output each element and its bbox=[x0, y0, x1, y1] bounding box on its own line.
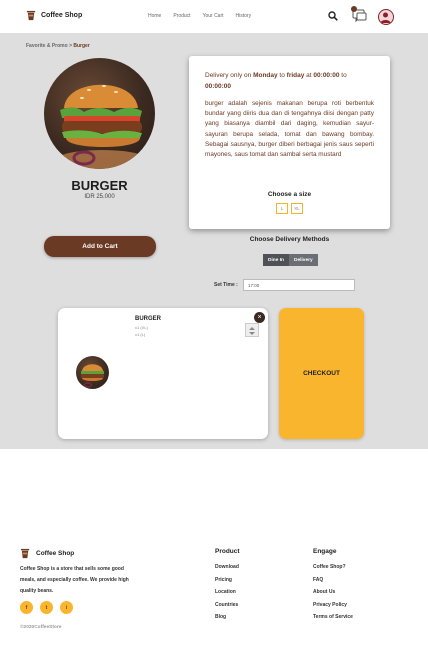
search-icon[interactable] bbox=[328, 11, 338, 21]
burger-thumbnail bbox=[81, 364, 104, 388]
breadcrumb-current: Burger bbox=[73, 43, 90, 49]
close-icon[interactable]: × bbox=[254, 312, 265, 323]
footer-description: Coffee Shop is a store that sells some g… bbox=[20, 566, 129, 594]
footer-engage-title: Engage bbox=[313, 548, 337, 555]
brand-logo[interactable]: Coffee Shop bbox=[26, 10, 82, 21]
add-to-cart-button[interactable]: Add to Cart bbox=[44, 236, 156, 257]
copyright: ©2020CoffeeStore bbox=[20, 625, 62, 630]
nav-history[interactable]: History bbox=[236, 13, 252, 19]
footer-link-coffee-shop[interactable]: Coffee Shop? bbox=[313, 561, 353, 574]
delivery-time-start: 00:00:00 bbox=[313, 72, 340, 79]
delivery-button[interactable]: Delivery bbox=[289, 254, 318, 266]
footer-product-title: Product bbox=[215, 548, 240, 555]
nav-home[interactable]: Home bbox=[148, 13, 161, 19]
delivery-day-end: friday bbox=[286, 72, 305, 79]
nav-your-cart[interactable]: Your Cart bbox=[203, 13, 224, 19]
cart-item-name: BURGER bbox=[135, 316, 162, 322]
footer-link-countries[interactable]: Countries bbox=[215, 599, 240, 612]
footer-brand: Coffee Shop bbox=[20, 548, 74, 559]
size-options: L XL bbox=[276, 203, 303, 214]
dine-in-button[interactable]: Dine In bbox=[263, 254, 289, 266]
avatar[interactable] bbox=[378, 9, 394, 25]
product-description: burger adalah sejenis makanan berupa rot… bbox=[205, 100, 374, 159]
footer-link-download[interactable]: Download bbox=[215, 561, 240, 574]
chevron-up-down-icon bbox=[249, 327, 255, 335]
size-title: Choose a size bbox=[267, 191, 312, 198]
cart-item-option: x1 (L) bbox=[135, 332, 146, 337]
delivery-to-time: to bbox=[339, 72, 347, 79]
cart-item-image bbox=[76, 356, 109, 389]
checkout-button[interactable]: CHECKOUT bbox=[279, 308, 364, 439]
set-time-label: Set Time : bbox=[214, 282, 238, 288]
footer-link-about-us[interactable]: About Us bbox=[313, 586, 353, 599]
cart-item-option: x1 (XL) bbox=[135, 325, 148, 330]
product-description-card: Delivery only on Monday to friday at 00:… bbox=[189, 56, 390, 229]
footer-link-faq[interactable]: FAQ bbox=[313, 574, 353, 587]
footer-engage-column: Engage Coffee Shop? FAQ About Us Privacy… bbox=[313, 548, 353, 624]
product-image bbox=[44, 58, 155, 169]
size-l-button[interactable]: L bbox=[276, 203, 288, 214]
footer-brand-name: Coffee Shop bbox=[36, 550, 75, 557]
delivery-prefix: Delivery only on bbox=[205, 72, 254, 79]
facebook-icon[interactable]: f bbox=[20, 601, 33, 614]
delivery-method-options: Dine In Delivery bbox=[263, 254, 318, 266]
breadcrumb-parent[interactable]: Favorite & Promo bbox=[26, 43, 68, 49]
delivery-schedule-text: Delivery only on Monday to friday at 00:… bbox=[205, 70, 374, 92]
product-price: IDR 25.000 bbox=[84, 194, 115, 200]
product-name: BURGER bbox=[71, 178, 128, 193]
footer-link-location[interactable]: Location bbox=[215, 586, 240, 599]
user-icon bbox=[380, 12, 391, 23]
main-nav: Home Product Your Cart History bbox=[148, 13, 251, 19]
top-navbar: Coffee Shop Home Product Your Cart Histo… bbox=[0, 0, 428, 33]
instagram-icon[interactable]: i bbox=[60, 601, 73, 614]
set-time-input[interactable] bbox=[243, 279, 355, 291]
quantity-stepper[interactable] bbox=[245, 323, 259, 337]
coffee-cup-icon bbox=[26, 10, 36, 21]
brand-name: Coffee Shop bbox=[41, 12, 83, 19]
footer-link-terms[interactable]: Terms of Service bbox=[313, 611, 353, 624]
footer-link-blog[interactable]: Blog bbox=[215, 611, 240, 624]
delivery-to: to bbox=[277, 72, 287, 79]
nav-product[interactable]: Product bbox=[173, 13, 190, 19]
twitter-icon[interactable]: t bbox=[40, 601, 53, 614]
page: Coffee Shop Home Product Your Cart Histo… bbox=[0, 0, 428, 658]
delivery-time-end: 00:00:00 bbox=[205, 83, 232, 90]
cart-summary-card: BURGER x1 (XL) x1 (L) × bbox=[58, 308, 268, 439]
notification-badge bbox=[351, 6, 357, 12]
footer-link-pricing[interactable]: Pricing bbox=[215, 574, 240, 587]
size-xl-button[interactable]: XL bbox=[291, 203, 303, 214]
breadcrumb: Favorite & Promo > Burger bbox=[26, 43, 90, 49]
delivery-methods-title: Choose Delivery Methods bbox=[249, 236, 330, 243]
footer-product-column: Product Download Pricing Location Countr… bbox=[215, 548, 240, 624]
burger-illustration bbox=[56, 84, 148, 169]
coffee-cup-icon bbox=[20, 548, 30, 559]
delivery-day-start: Monday bbox=[253, 72, 278, 79]
product-detail-section: Favorite & Promo > Burger BURGER IDR 25.… bbox=[0, 33, 428, 449]
footer-link-privacy-policy[interactable]: Privacy Policy bbox=[313, 599, 353, 612]
